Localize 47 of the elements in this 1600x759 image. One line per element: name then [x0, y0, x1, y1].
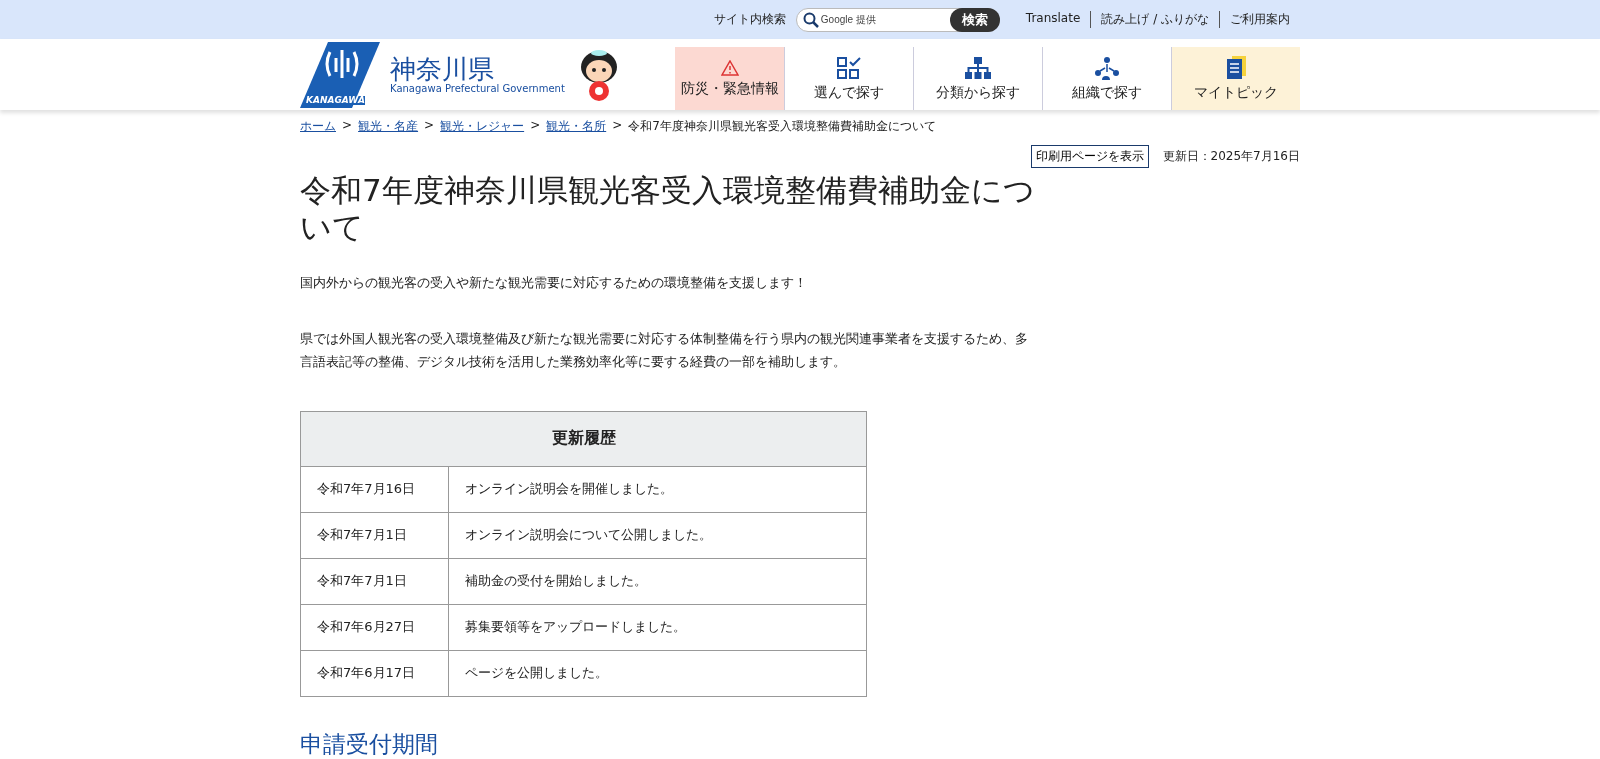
history-cell: オンライン説明会を開催しました。	[448, 466, 867, 513]
utility-link[interactable]: ご利用案内	[1219, 11, 1300, 28]
breadcrumb-link[interactable]: ホーム	[300, 118, 336, 135]
search-label: サイト内検索	[713, 11, 786, 28]
warning-icon	[721, 59, 739, 76]
date-cell: 令和7年7月1日	[300, 512, 449, 559]
table-heading: 更新履歴	[300, 411, 867, 467]
page-title: 令和7年度神奈川県観光客受入環境整備費補助金について	[300, 172, 1035, 247]
search-field[interactable]: Google 提供 検索	[795, 7, 1000, 32]
body-text: 県では外国人観光客の受入環境整備及び新たな観光需要に対応する体制整備を行う県内の観光関連事業者を支援するため、多言語表記等の整備、デジタル技術を活用した業務効率化等に要する経費の一部を補助します。	[300, 330, 1029, 371]
breadcrumb-link[interactable]: 観光・名産	[358, 118, 419, 135]
nav-tab[interactable]: マイトピック	[1171, 47, 1300, 110]
history-cell: オンライン説明会について公開しました。	[448, 512, 867, 559]
breadcrumb-link[interactable]: 観光・レジャー	[440, 118, 525, 135]
print-page-button[interactable]: 印刷用ページを表示	[1030, 145, 1149, 168]
notebook-icon	[1225, 55, 1247, 80]
date-cell: 令和7年6月27日	[300, 604, 449, 651]
site-title: 神奈川県	[390, 54, 495, 84]
date-cell: 令和7年7月16日	[300, 466, 449, 513]
nav-tab[interactable]: 選んで探す	[784, 47, 913, 110]
nav-tab[interactable]: 分類から探す	[913, 47, 1042, 110]
search-button[interactable]: 検索	[949, 7, 1000, 32]
breadcrumb-separator: >	[530, 118, 541, 134]
utility-link[interactable]: Translate	[1015, 11, 1091, 28]
section-heading: 申請受付期間	[300, 729, 439, 759]
history-cell: 補助金の受付を開始しました。	[448, 558, 867, 605]
site-subtitle: Kanagawa Prefectural Government	[390, 83, 565, 95]
history-cell: ページを公開しました。	[448, 650, 867, 697]
nav-tab[interactable]: 防災・緊急情報	[675, 47, 784, 110]
nav-tab[interactable]: 組織で探す	[1042, 47, 1171, 110]
search-icon	[802, 11, 819, 28]
date-cell: 令和7年6月17日	[300, 650, 449, 697]
breadcrumb-current: 令和7年度神奈川県観光客受入環境整備費補助金について	[628, 118, 936, 135]
logo-mark-text: KANAGAWA	[306, 95, 365, 105]
date-cell: 令和7年7月1日	[300, 558, 449, 605]
lead-text: 国内外からの観光客の受入や新たな観光需要に対応するための環境整備を支援します！	[300, 274, 808, 293]
hierarchy-icon	[964, 55, 992, 80]
breadcrumb-link[interactable]: 観光・名所	[546, 118, 607, 135]
breadcrumb-separator: >	[424, 118, 435, 134]
breadcrumb-separator: >	[612, 118, 623, 134]
people-network-icon	[1093, 55, 1121, 80]
prefecture-logo-icon	[300, 41, 380, 108]
breadcrumb-separator: >	[342, 118, 353, 134]
updated-date: 更新日：2025年7月16日	[1162, 148, 1300, 165]
history-cell: 募集要領等をアップロードしました。	[448, 604, 867, 651]
utility-link[interactable]: 読み上げ / ふりがな	[1090, 11, 1219, 28]
checklist-icon	[836, 55, 862, 80]
